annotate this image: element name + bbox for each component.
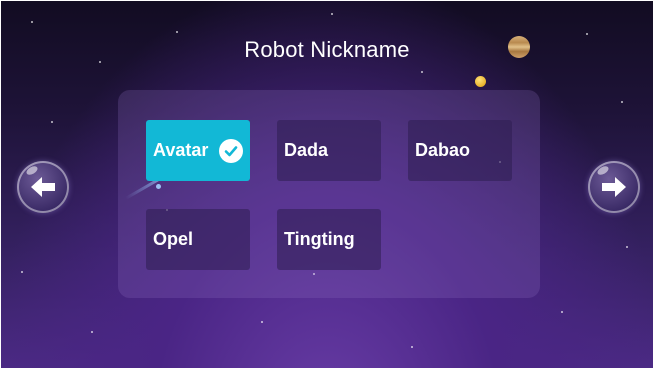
star bbox=[176, 31, 178, 33]
star bbox=[421, 71, 423, 73]
button-gloss bbox=[25, 164, 39, 177]
star bbox=[21, 271, 23, 273]
arrow-right-icon bbox=[602, 177, 626, 197]
star bbox=[621, 101, 623, 103]
star bbox=[331, 13, 333, 15]
star bbox=[51, 121, 53, 123]
star bbox=[411, 346, 413, 348]
option-label: Tingting bbox=[284, 229, 355, 249]
option-dada[interactable]: Dada bbox=[277, 120, 381, 181]
arrow-left-icon bbox=[31, 177, 55, 197]
page-title: Robot Nickname bbox=[244, 37, 410, 62]
option-avatar[interactable]: Avatar bbox=[146, 120, 250, 181]
next-button[interactable] bbox=[588, 161, 640, 213]
star bbox=[626, 246, 628, 248]
option-dabao[interactable]: Dabao bbox=[408, 120, 512, 181]
option-tingting[interactable]: Tingting bbox=[277, 209, 381, 270]
star bbox=[31, 21, 33, 23]
star bbox=[561, 311, 563, 313]
nickname-options-panel: Avatar Dada Dabao Opel Tingting bbox=[118, 90, 540, 298]
option-label: Dabao bbox=[415, 140, 471, 160]
star bbox=[91, 331, 93, 333]
option-label: Dada bbox=[284, 140, 329, 160]
checkmark-icon bbox=[219, 139, 243, 163]
star bbox=[586, 33, 588, 35]
star bbox=[261, 321, 263, 323]
option-label: Opel bbox=[153, 229, 194, 249]
button-gloss bbox=[596, 164, 610, 177]
robot-nickname-screen: Robot Nickname Avatar Dada Dabao Opel Ti… bbox=[1, 1, 653, 368]
option-opel[interactable]: Opel bbox=[146, 209, 250, 270]
option-label: Avatar bbox=[153, 140, 209, 160]
previous-button[interactable] bbox=[17, 161, 69, 213]
small-planet bbox=[475, 76, 486, 87]
